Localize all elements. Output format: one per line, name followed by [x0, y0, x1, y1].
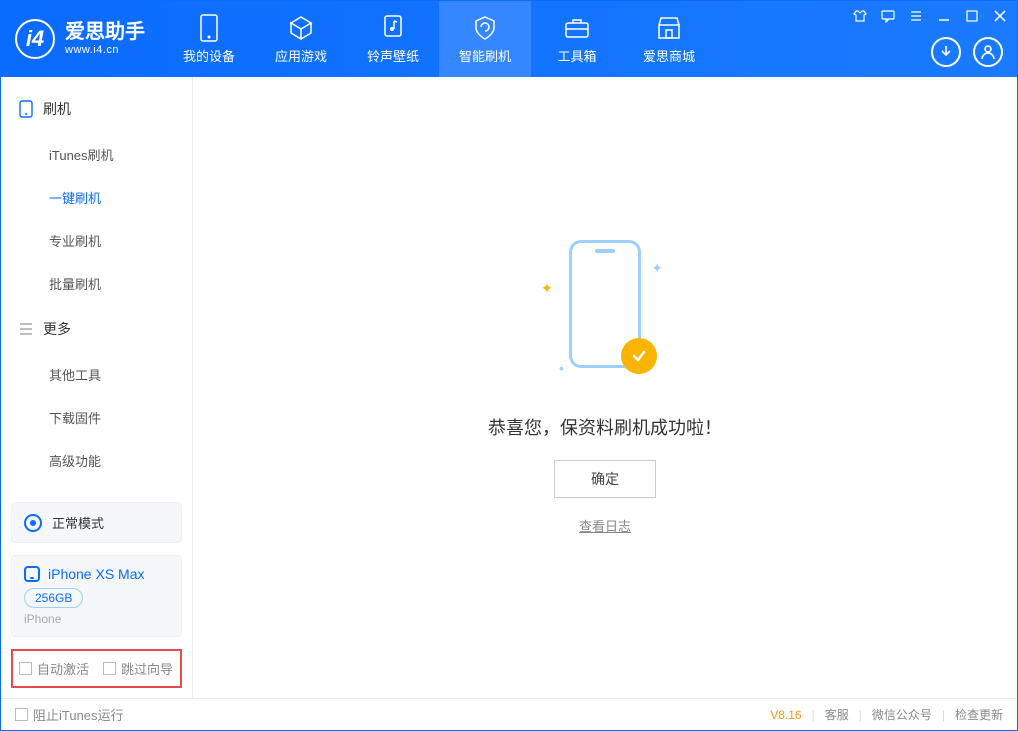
success-message: 恭喜您，保资料刷机成功啦！	[488, 414, 722, 440]
sparkle-icon: •	[559, 360, 564, 376]
user-icon[interactable]	[973, 37, 1003, 67]
app-url: www.i4.cn	[65, 44, 145, 57]
mode-box[interactable]: 正常模式	[11, 502, 182, 543]
separator: |	[812, 708, 815, 722]
statusbar-right: V8.16 | 客服 | 微信公众号 | 检查更新	[770, 706, 1003, 723]
checkbox-block-itunes[interactable]: 阻止iTunes运行	[15, 705, 124, 724]
group-label: 更多	[43, 319, 71, 339]
tab-label: 铃声壁纸	[367, 46, 419, 65]
device-storage: 256GB	[24, 588, 83, 608]
window-controls	[851, 7, 1009, 25]
link-check-update[interactable]: 检查更新	[955, 706, 1003, 723]
maximize-icon[interactable]	[963, 7, 981, 25]
titlebar: i4 爱思助手 www.i4.cn 我的设备 应用游戏 铃声壁纸 智能刷机	[1, 1, 1017, 77]
success-illustration: ✦ ✦ •	[545, 240, 665, 390]
checkbox-label: 自动激活	[37, 659, 89, 678]
confirm-button[interactable]: 确定	[554, 460, 656, 498]
device-type: iPhone	[24, 612, 169, 626]
close-icon[interactable]	[991, 7, 1009, 25]
version-label: V8.16	[770, 708, 801, 722]
user-controls	[931, 37, 1003, 67]
device-name-text: iPhone XS Max	[48, 566, 145, 582]
app-window: i4 爱思助手 www.i4.cn 我的设备 应用游戏 铃声壁纸 智能刷机	[0, 0, 1018, 731]
list-icon	[19, 322, 33, 336]
menu-icon[interactable]	[907, 7, 925, 25]
checkbox-icon	[19, 662, 32, 675]
mode-label: 正常模式	[52, 513, 104, 532]
options-row: 自动激活 跳过向导	[11, 649, 182, 688]
sidebar-group-more: 更多	[1, 305, 192, 353]
device-box[interactable]: iPhone XS Max 256GB iPhone	[11, 555, 182, 637]
storefront-icon	[655, 14, 683, 42]
phone-icon	[195, 14, 223, 42]
checkbox-icon	[15, 708, 28, 721]
sidebar-item-oneclick-flash[interactable]: 一键刷机	[1, 176, 192, 219]
sparkle-icon: ✦	[651, 260, 663, 277]
minimize-icon[interactable]	[935, 7, 953, 25]
statusbar: 阻止iTunes运行 V8.16 | 客服 | 微信公众号 | 检查更新	[1, 698, 1017, 730]
sidebar-item-batch-flash[interactable]: 批量刷机	[1, 262, 192, 305]
body: 刷机 iTunes刷机 一键刷机 专业刷机 批量刷机 更多 其他工具 下载固件 …	[1, 77, 1017, 698]
sidebar-item-download-firmware[interactable]: 下载固件	[1, 396, 192, 439]
sidebar-item-other-tools[interactable]: 其他工具	[1, 353, 192, 396]
tab-ringtone-wallpaper[interactable]: 铃声壁纸	[347, 1, 439, 77]
checkbox-skip-guide[interactable]: 跳过向导	[103, 659, 173, 678]
sparkle-icon: ✦	[541, 280, 553, 297]
check-badge-icon	[621, 338, 657, 374]
tab-label: 爱思商城	[643, 46, 695, 65]
tab-store[interactable]: 爱思商城	[623, 1, 715, 77]
music-note-icon	[379, 14, 407, 42]
tab-label: 智能刷机	[459, 46, 511, 65]
checkbox-label: 阻止iTunes运行	[33, 705, 124, 724]
tab-my-device[interactable]: 我的设备	[163, 1, 255, 77]
tab-toolbox[interactable]: 工具箱	[531, 1, 623, 77]
mode-indicator-icon	[24, 514, 42, 532]
sidebar-item-pro-flash[interactable]: 专业刷机	[1, 219, 192, 262]
main-tabs: 我的设备 应用游戏 铃声壁纸 智能刷机 工具箱 爱思商城	[163, 1, 715, 77]
separator: |	[859, 708, 862, 722]
view-log-link[interactable]: 查看日志	[579, 516, 631, 535]
logo-area: i4 爱思助手 www.i4.cn	[1, 1, 163, 77]
app-name: 爱思助手	[65, 20, 145, 44]
feedback-icon[interactable]	[879, 7, 897, 25]
sidebar: 刷机 iTunes刷机 一键刷机 专业刷机 批量刷机 更多 其他工具 下载固件 …	[1, 77, 193, 698]
sidebar-group-flash: 刷机	[1, 85, 192, 133]
separator: |	[942, 708, 945, 722]
logo-text: 爱思助手 www.i4.cn	[65, 20, 145, 57]
checkbox-icon	[103, 662, 116, 675]
link-wechat[interactable]: 微信公众号	[872, 706, 932, 723]
app-logo-icon: i4	[15, 19, 55, 59]
device-name: iPhone XS Max	[24, 566, 169, 582]
checkbox-auto-activate[interactable]: 自动激活	[19, 659, 89, 678]
group-label: 刷机	[43, 99, 71, 119]
skin-icon[interactable]	[851, 7, 869, 25]
sidebar-item-advanced[interactable]: 高级功能	[1, 439, 192, 482]
tab-apps-games[interactable]: 应用游戏	[255, 1, 347, 77]
checkbox-label: 跳过向导	[121, 659, 173, 678]
cube-icon	[287, 14, 315, 42]
tab-label: 应用游戏	[275, 46, 327, 65]
tab-label: 我的设备	[183, 46, 235, 65]
tab-label: 工具箱	[557, 46, 596, 65]
main-content: ✦ ✦ • 恭喜您，保资料刷机成功啦！ 确定 查看日志	[193, 77, 1017, 698]
device-phone-icon	[24, 566, 40, 582]
sidebar-item-itunes-flash[interactable]: iTunes刷机	[1, 133, 192, 176]
sidebar-content: 刷机 iTunes刷机 一键刷机 专业刷机 批量刷机 更多 其他工具 下载固件 …	[1, 77, 192, 496]
phone-outline-icon	[19, 100, 33, 118]
download-icon[interactable]	[931, 37, 961, 67]
tab-smart-flash[interactable]: 智能刷机	[439, 1, 531, 77]
shield-refresh-icon	[471, 14, 499, 42]
toolbox-icon	[563, 14, 591, 42]
link-support[interactable]: 客服	[825, 706, 849, 723]
